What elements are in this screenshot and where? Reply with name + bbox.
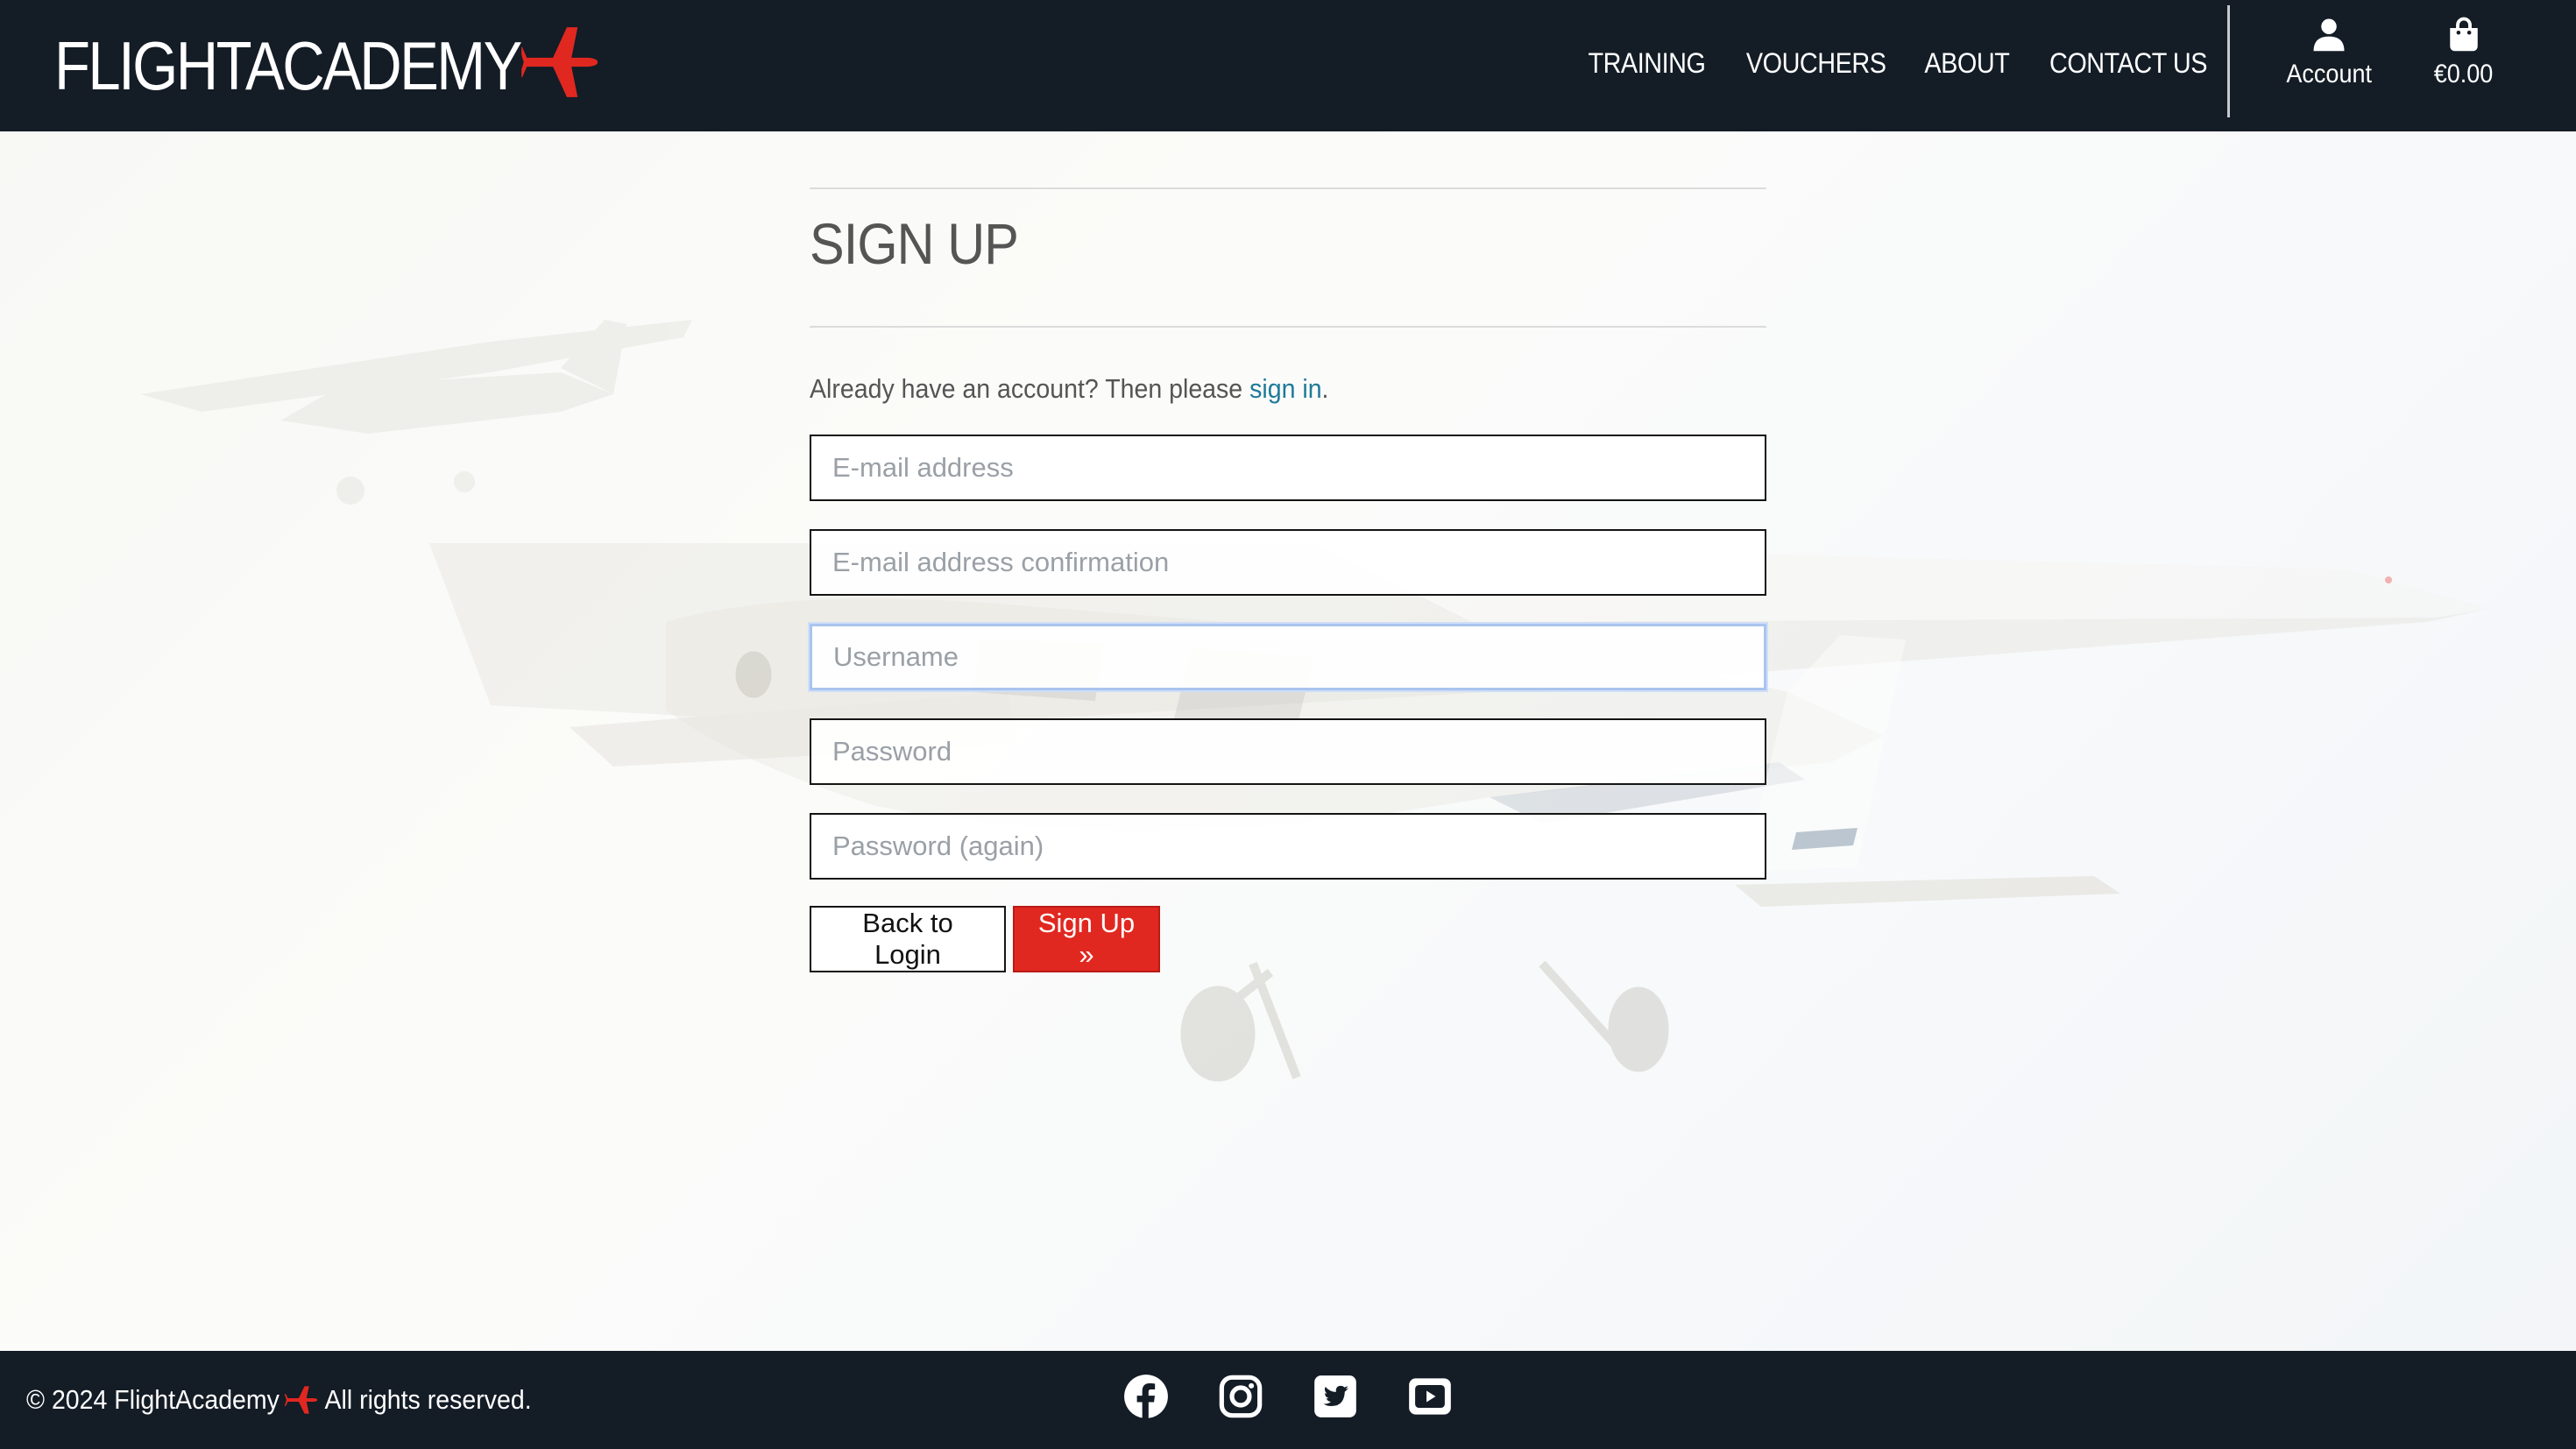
twitter-icon[interactable]: [1313, 1374, 1358, 1419]
password-again-field[interactable]: [810, 813, 1766, 880]
signup-form: Back to Login Sign Up »: [810, 435, 1766, 972]
signin-prompt: Already have an account? Then please sig…: [810, 373, 1690, 422]
nav-link-about[interactable]: ABOUT: [1913, 39, 2021, 88]
main-nav: TRAINING VOUCHERS ABOUT CONTACT US: [1568, 39, 2229, 88]
brand-name: FLIGHTACADEMY: [54, 26, 522, 104]
account-menu[interactable]: Account: [2268, 16, 2390, 103]
form-actions: Back to Login Sign Up »: [810, 906, 1766, 972]
social-links: [1123, 1374, 1453, 1419]
signin-prefix: Already have an account? Then please: [810, 373, 1243, 404]
brand-logo[interactable]: FLIGHTACADEMY: [54, 18, 600, 114]
shopping-bag-icon: [2450, 17, 2478, 52]
divider-top: [810, 187, 1766, 189]
page-title: SIGN UP: [810, 211, 1019, 276]
airplane-mini-icon: [284, 1386, 318, 1414]
signup-section: SIGN UP Already have an account? Then pl…: [810, 187, 1766, 972]
page: FLIGHTACADEMY TRAINING VOUCHERS ABOUT CO…: [0, 0, 2576, 1449]
nav-link-training[interactable]: TRAINING: [1576, 39, 1717, 88]
password-field[interactable]: [810, 718, 1766, 785]
user-icon: [2313, 18, 2345, 52]
nav-divider: [2227, 5, 2230, 117]
signin-link[interactable]: sign in: [1249, 373, 1321, 404]
instagram-icon[interactable]: [1218, 1374, 1263, 1419]
youtube-icon[interactable]: [1407, 1374, 1453, 1419]
cart-total: €0.00: [2434, 60, 2494, 88]
signin-suffix: .: [1321, 373, 1329, 404]
email-field[interactable]: [810, 435, 1766, 501]
back-to-login-button[interactable]: Back to Login: [810, 906, 1006, 972]
username-field[interactable]: [810, 624, 1766, 690]
site-header: FLIGHTACADEMY TRAINING VOUCHERS ABOUT CO…: [0, 0, 2576, 131]
email-confirmation-field[interactable]: [810, 529, 1766, 596]
divider-bottom: [810, 326, 1766, 328]
site-footer: © 2024 FlightAcademy All rights reserved…: [0, 1351, 2576, 1449]
copyright-suffix: All rights reserved.: [324, 1384, 532, 1415]
copyright: © 2024 FlightAcademy All rights reserved…: [26, 1375, 532, 1424]
nav-link-vouchers[interactable]: VOUCHERS: [1734, 39, 1898, 88]
signup-submit-button[interactable]: Sign Up »: [1013, 906, 1160, 972]
facebook-icon[interactable]: [1123, 1374, 1169, 1419]
nav-link-contact[interactable]: CONTACT US: [2037, 39, 2219, 88]
cart-button[interactable]: €0.00: [2403, 16, 2525, 103]
account-label: Account: [2286, 60, 2372, 88]
airplane-logo-icon: [521, 27, 598, 97]
copyright-prefix: © 2024 FlightAcademy: [26, 1384, 280, 1415]
